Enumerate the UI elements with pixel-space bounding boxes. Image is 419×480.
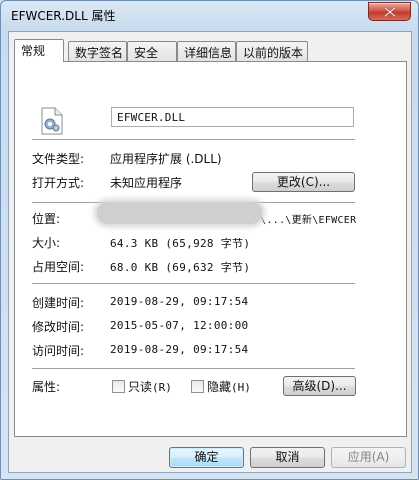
hidden-checkbox-label[interactable]: 隐藏(H): [207, 378, 251, 395]
apply-button[interactable]: 应用(A): [331, 447, 406, 468]
tab-label: 常规: [21, 44, 46, 58]
window-title: EFWCER.DLL 属性: [11, 9, 116, 23]
location-label: 位置:: [32, 212, 61, 226]
readonly-accelerator: (R): [152, 381, 172, 394]
open-with-value: 未知应用程序: [110, 176, 183, 190]
tab-label: 数字签名: [75, 46, 124, 60]
readonly-text: 只读: [128, 380, 153, 394]
advanced-button-label: 高级(D)...: [292, 379, 347, 393]
dll-file-icon: [40, 107, 64, 138]
accessed-value: 2019-08-29, 09:17:54: [110, 343, 249, 356]
change-button[interactable]: 更改(C)...: [252, 172, 355, 192]
modified-value: 2015-05-07, 12:00:00: [110, 319, 249, 332]
modified-label: 修改时间:: [32, 320, 85, 334]
attributes-label: 属性:: [32, 380, 61, 394]
hidden-checkbox[interactable]: [191, 380, 204, 393]
created-label: 创建时间:: [32, 296, 85, 310]
file-type-value: 应用程序扩展 (.DLL): [110, 152, 222, 166]
accessed-label: 访问时间:: [32, 344, 85, 358]
ok-button-label: 确定: [194, 450, 219, 464]
size-label: 大小:: [32, 236, 61, 250]
file-type-label: 文件类型:: [32, 152, 85, 166]
size-on-disk-label: 占用空间:: [32, 260, 85, 274]
close-icon: [384, 7, 396, 17]
general-panel: EFWCER.DLL 文件类型: 应用程序扩展 (.DLL) 打开方式: 未知应…: [14, 61, 407, 437]
ok-button[interactable]: 确定: [169, 447, 244, 468]
apply-button-label: 应用(A): [347, 450, 390, 464]
size-on-disk-value: 68.0 KB (69,632 字节): [110, 261, 251, 274]
separator: [32, 368, 355, 370]
tab-digital-signature[interactable]: 数字签名: [68, 41, 127, 61]
size-value: 64.3 KB (65,928 字节): [110, 237, 251, 250]
tab-security[interactable]: 安全: [127, 41, 177, 61]
tab-general[interactable]: 常规: [14, 39, 64, 62]
separator: [32, 139, 355, 141]
open-with-label: 打开方式:: [32, 176, 85, 190]
properties-window: EFWCER.DLL 属性 常规 数字签名 安全 详细信息 以前的版本 EFWC…: [0, 0, 419, 480]
tab-label: 详细信息: [184, 46, 233, 60]
tab-label: 以前的版本: [243, 46, 304, 60]
tab-previous-versions[interactable]: 以前的版本: [236, 41, 308, 61]
change-button-label: 更改(C)...: [276, 175, 331, 189]
cancel-button[interactable]: 取消: [250, 447, 325, 468]
hidden-text: 隐藏: [207, 380, 232, 394]
hidden-accelerator: (H): [231, 381, 251, 394]
readonly-checkbox[interactable]: [112, 380, 125, 393]
advanced-button[interactable]: 高级(D)...: [283, 376, 356, 396]
close-button[interactable]: [368, 2, 411, 21]
readonly-checkbox-label[interactable]: 只读(R): [128, 378, 172, 395]
created-value: 2019-08-29, 09:17:54: [110, 295, 249, 308]
tab-details[interactable]: 详细信息: [177, 41, 236, 61]
location-value: \...\更新\EFWCER: [260, 215, 357, 226]
file-name-field[interactable]: EFWCER.DLL: [111, 107, 354, 127]
tab-label: 安全: [134, 46, 159, 60]
redacted-path-blur: [97, 202, 262, 224]
dialog-client: 常规 数字签名 安全 详细信息 以前的版本 EFWCER.DLL 文件类型: 应…: [8, 31, 412, 473]
cancel-button-label: 取消: [275, 450, 300, 464]
title-bar[interactable]: EFWCER.DLL 属性: [1, 1, 418, 31]
separator: [32, 283, 355, 285]
